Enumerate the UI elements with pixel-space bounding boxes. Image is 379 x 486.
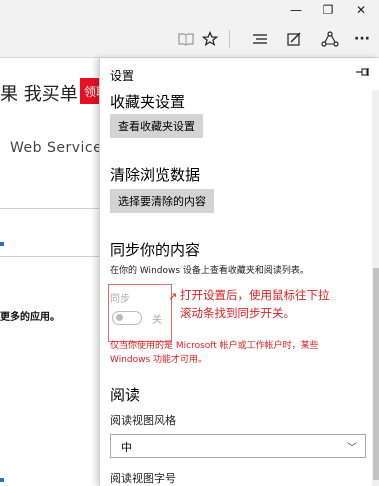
view-favorites-settings-button[interactable]: 查看收藏夹设置 — [110, 114, 203, 138]
clear-browsing-data-heading: 清除浏览数据 — [110, 166, 201, 184]
pin-icon — [356, 68, 369, 76]
sync-toggle-state: 关 — [152, 315, 162, 326]
sync-content-heading: 同步你的内容 — [110, 241, 201, 259]
sync-description: 在你的 Windows 设备上查看收藏夹和阅读列表。 — [110, 266, 309, 276]
more-icon: ··· — [354, 31, 370, 47]
favorite-button[interactable] — [198, 28, 222, 50]
share-icon — [321, 31, 339, 47]
web-note-button[interactable] — [282, 28, 306, 50]
annotation-line-2: 滚动条找到同步开关。 — [180, 306, 295, 320]
settings-title: 设置 — [110, 69, 135, 83]
pin-button[interactable] — [356, 66, 370, 80]
annotation-text: 打开设置后，使用鼠标往下拉 滚动条找到同步开关。 — [180, 286, 330, 322]
toggle-knob — [116, 314, 123, 321]
sync-warning: 仅当你使用的是 Microsoft 帐户或工作帐户时，某些 Windows 功能… — [110, 339, 319, 367]
sync-warning-line-2: Windows 功能才可用。 — [110, 355, 208, 365]
more-button[interactable]: ··· — [350, 28, 374, 50]
settings-panel: 设置 收藏夹设置 查看收藏夹设置 清除浏览数据 选择要清除的内容 同步你的内容 … — [99, 58, 379, 486]
restore-icon: ❐ — [322, 3, 334, 17]
hub-button[interactable] — [248, 28, 272, 50]
annotation-arrow-icon: ↗ — [168, 290, 178, 303]
webpage-apps-text: 更多的应用。 — [0, 312, 60, 323]
favorite-star-icon — [202, 31, 218, 47]
webpage-title: 果 我买单 — [0, 84, 78, 105]
reading-view-button[interactable] — [174, 28, 198, 50]
web-note-icon — [287, 32, 301, 46]
reading-view-style-label: 阅读视图风格 — [110, 414, 176, 427]
settings-header: 设置 — [100, 58, 379, 90]
annotation-line-1: 打开设置后，使用鼠标往下拉 — [180, 288, 330, 302]
webpage-divider — [0, 256, 110, 257]
webpage-service-text: Web Service — [10, 140, 103, 156]
webpage-divider — [0, 208, 110, 209]
window-titlebar: — ❐ ✕ — [0, 0, 379, 20]
minimize-button[interactable]: — — [280, 0, 312, 20]
close-icon: ✕ — [355, 3, 367, 17]
reading-view-style-value: 中 — [121, 441, 132, 454]
sync-toggle-label: 同步 — [110, 294, 130, 305]
share-button[interactable] — [318, 28, 342, 50]
choose-what-to-clear-button[interactable]: 选择要清除的内容 — [110, 189, 214, 213]
sync-warning-line-1: 仅当你使用的是 Microsoft 帐户或工作帐户时，某些 — [110, 341, 319, 351]
chevron-down-icon: ﹀ — [347, 443, 357, 454]
selection-handle — [0, 242, 4, 246]
restore-button[interactable]: ❐ — [312, 0, 344, 20]
reading-view-icon — [178, 33, 194, 46]
selection-handle — [0, 478, 4, 482]
reading-view-font-size-label: 阅读视图字号 — [110, 472, 176, 485]
close-button[interactable]: ✕ — [345, 0, 377, 20]
browser-toolbar: ··· — [0, 20, 379, 58]
minimize-icon: — — [290, 3, 302, 17]
hub-icon — [253, 34, 267, 44]
reading-heading: 阅读 — [110, 386, 141, 404]
favorites-settings-heading: 收藏夹设置 — [110, 93, 186, 111]
sync-toggle[interactable] — [112, 311, 142, 325]
settings-scrollbar-thumb[interactable] — [373, 268, 379, 480]
toolbar-separator — [229, 30, 230, 48]
reading-view-style-select[interactable]: 中 ﹀ — [110, 434, 366, 458]
